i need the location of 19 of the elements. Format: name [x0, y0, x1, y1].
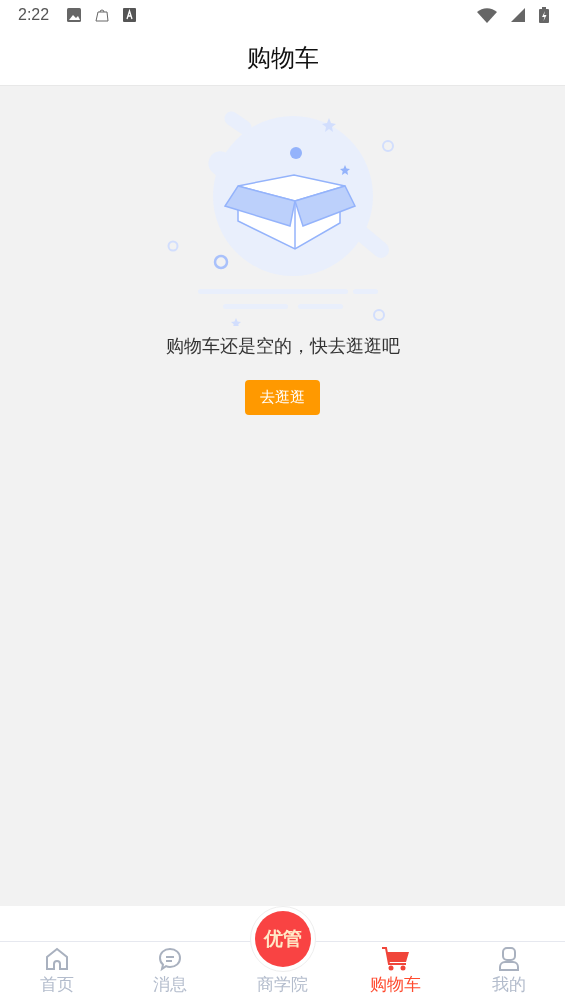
- browse-button[interactable]: 去逛逛: [245, 380, 320, 415]
- center-badge[interactable]: 优管: [254, 911, 311, 967]
- page-title: 购物车: [246, 42, 319, 74]
- battery-icon: [539, 7, 549, 23]
- cart-icon: [380, 946, 411, 972]
- status-time: 2:22: [18, 6, 50, 24]
- keyboard-icon: [123, 8, 137, 22]
- signal-icon: [511, 8, 525, 22]
- image-icon: [67, 8, 82, 22]
- wifi-icon: [477, 7, 497, 23]
- tab-item[interactable]: 购物车: [339, 906, 452, 1004]
- bag-icon: [95, 8, 110, 22]
- tab-item[interactable]: 我的: [452, 906, 565, 1004]
- empty-cart-message: 购物车还是空的，快去逛逛吧: [165, 334, 400, 358]
- chat-icon: [156, 946, 183, 972]
- home-icon: [43, 946, 70, 972]
- tab-item[interactable]: 首页: [0, 906, 113, 1004]
- tab-item[interactable]: 优管 商学院: [226, 906, 339, 1004]
- tab-item[interactable]: 消息: [113, 906, 226, 1004]
